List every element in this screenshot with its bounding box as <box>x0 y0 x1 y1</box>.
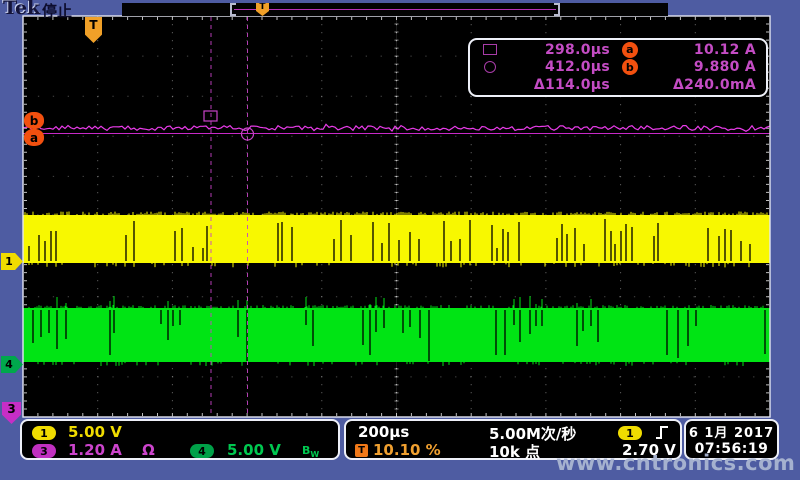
cursor-a-badge-icon: a <box>622 42 638 58</box>
cursor1-time: 298.0µs <box>508 42 610 58</box>
ch3-marker-label: 3 <box>7 402 15 416</box>
bandwidth-limit-icon: BW <box>302 444 319 459</box>
vertical-scale-readout-box[interactable]: 1 5.00 V 3 1.20 A Ω 4 5.00 V BW <box>20 419 340 460</box>
cursor-b-badge-icon: b <box>622 59 638 75</box>
ch4-scale: 5.00 V <box>227 441 281 459</box>
cursor1-icon-cell <box>472 44 508 55</box>
ch1-badge-label: 1 <box>40 427 48 440</box>
ch3-badge-icon[interactable]: 3 <box>32 444 56 458</box>
oscilloscope-display: Tek 停止 T T b a 1 4 3 298.0µs a 10.12 A 4… <box>0 0 800 480</box>
cursor-a-value: 10.12 A <box>650 42 764 58</box>
cursor1-square-icon <box>483 44 497 55</box>
cursor-b-label: b <box>30 114 39 128</box>
cursor-a-badge-cell: a <box>610 42 650 58</box>
ch1-scale: 5.00 V <box>68 423 122 441</box>
trigger-position-badge-label: T <box>358 445 365 456</box>
record-position-bar[interactable]: T <box>122 3 668 16</box>
cursor-readout-row3: Δ114.0µs Δ240.0mA <box>472 76 764 94</box>
record-length-readout: 10k 点 <box>489 441 540 462</box>
cursor-a-marker-icon[interactable]: a <box>24 129 44 146</box>
bw-sub: W <box>310 450 319 459</box>
ch4-badge-icon[interactable]: 4 <box>190 444 214 458</box>
ch3-badge-label: 3 <box>40 445 48 458</box>
cursor2-time: 412.0µs <box>508 59 610 75</box>
ch4-waveform-band <box>23 308 770 362</box>
ch3-coupling-ohm-icon: Ω <box>142 441 155 459</box>
acquisition-status: 停止 <box>42 0 72 21</box>
watermark: www.cntronics.com <box>556 451 795 475</box>
brand-logo: Tek <box>3 0 40 19</box>
cursor-readout-box: 298.0µs a 10.12 A 412.0µs b 9.880 A Δ114… <box>468 38 768 97</box>
cursor-a-badge-label: a <box>626 43 634 56</box>
record-window-line <box>234 9 556 10</box>
cursor-readout-row2: 412.0µs b 9.880 A <box>472 59 764 77</box>
cursor-a-label: a <box>30 131 38 145</box>
timebase-readout: 200µs <box>358 423 409 441</box>
record-trigger-flag-label: T <box>259 3 265 12</box>
record-trigger-flag-icon[interactable]: T <box>256 3 269 16</box>
cursor-b-badge-label: b <box>626 61 634 74</box>
cursor-b-value: 9.880 A <box>650 59 764 75</box>
delta-value: Δ240.0mA <box>650 77 764 93</box>
trigger-position-readout: 10.10 % <box>373 441 441 459</box>
trigger-source-label: 1 <box>626 427 634 440</box>
trigger-source-badge-icon[interactable]: 1 <box>618 426 642 440</box>
trigger-flag-label: T <box>89 17 97 33</box>
cursor-b-badge-cell: b <box>610 59 650 75</box>
rising-edge-icon <box>654 425 670 440</box>
ch4-badge-label: 4 <box>198 445 206 458</box>
cursor-b-marker-icon[interactable]: b <box>24 112 44 129</box>
date-readout: 6 1月 2017 <box>689 422 774 441</box>
ch4-marker-label: 4 <box>5 358 13 371</box>
cursor2-icon-cell <box>472 61 508 73</box>
trigger-position-badge-icon: T <box>355 444 368 457</box>
ch3-scale: 1.20 A <box>68 441 122 459</box>
delta-time: Δ114.0µs <box>508 77 610 93</box>
ch1-badge-icon[interactable]: 1 <box>32 426 56 440</box>
ch1-marker-label: 1 <box>5 255 13 268</box>
cursor2-circle-icon <box>484 61 496 73</box>
record-window-bracket-right-icon <box>554 3 560 16</box>
cursor-readout-row1: 298.0µs a 10.12 A <box>472 41 764 59</box>
